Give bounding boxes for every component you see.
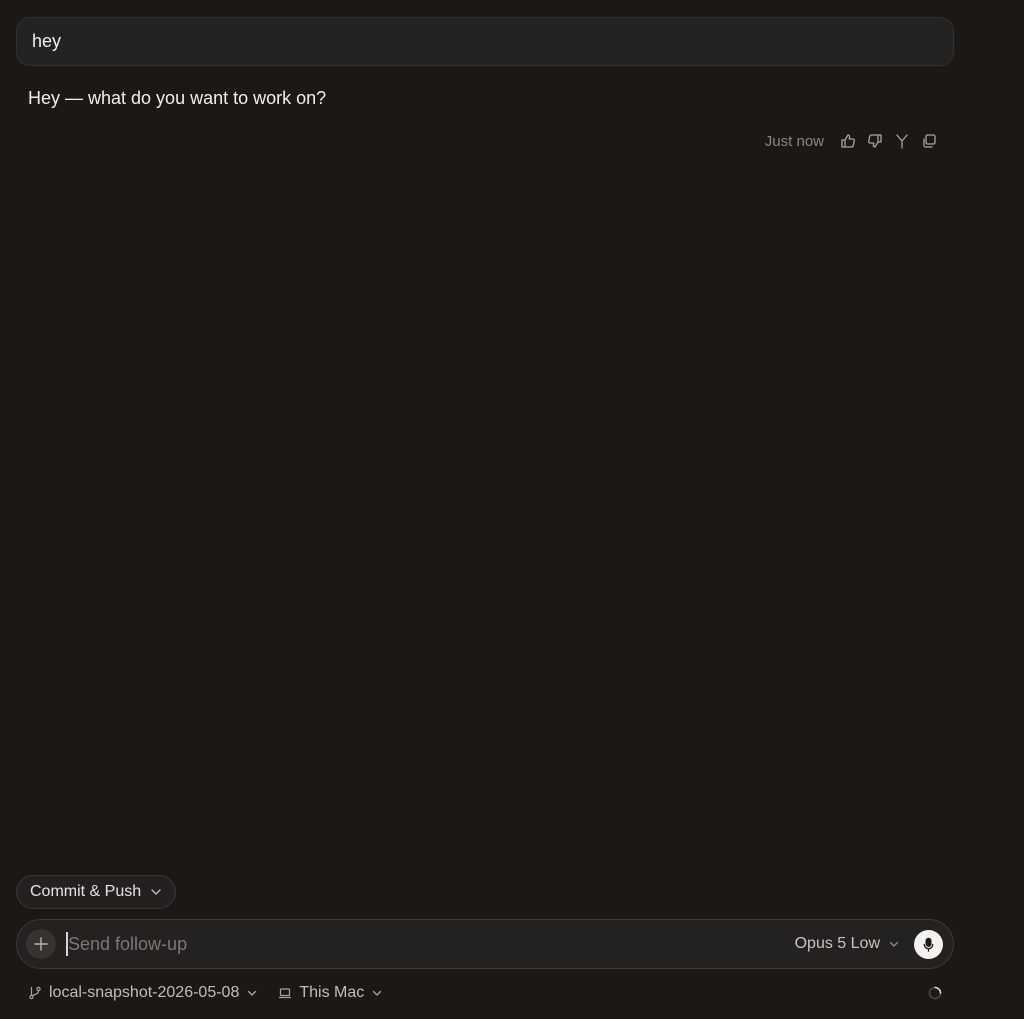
follow-up-input[interactable]: [66, 932, 795, 956]
add-attachment-button[interactable]: [26, 929, 56, 959]
copy-icon[interactable]: [919, 132, 938, 151]
user-message-text: hey: [32, 31, 62, 51]
plus-icon: [34, 937, 48, 951]
thumbs-up-icon[interactable]: [838, 132, 857, 151]
microphone-icon: [923, 937, 934, 952]
branch-selector[interactable]: local-snapshot-2026-05-08: [28, 984, 258, 1002]
microphone-button[interactable]: [914, 929, 943, 959]
assistant-message-text: Hey — what do you want to work on?: [28, 88, 327, 108]
commit-push-label: Commit & Push: [30, 883, 142, 900]
model-selector[interactable]: Opus 5 Low: [795, 935, 900, 953]
chevron-down-icon: [246, 987, 258, 999]
commit-push-button[interactable]: Commit & Push: [16, 875, 177, 909]
composer: Opus 5 Low: [16, 919, 954, 969]
user-message-bubble: hey: [16, 17, 954, 66]
branch-label: local-snapshot-2026-05-08: [49, 984, 240, 1001]
message-actions: Just now: [765, 130, 938, 152]
footer-bar: local-snapshot-2026-05-08 This Mac: [28, 982, 383, 1004]
fork-icon[interactable]: [892, 132, 911, 151]
laptop-icon: [278, 986, 292, 1000]
chat-window: hey Hey — what do you want to work on? J…: [0, 0, 1024, 1019]
environment-label: This Mac: [299, 984, 365, 1001]
message-timestamp: Just now: [764, 132, 824, 150]
chevron-down-icon: [889, 941, 899, 947]
chevron-down-icon: [371, 987, 383, 999]
loading-spinner-icon: [928, 986, 942, 1000]
environment-selector[interactable]: This Mac: [278, 984, 383, 1002]
chevron-down-icon: [151, 889, 161, 895]
thumbs-down-icon[interactable]: [865, 132, 884, 151]
git-branch-icon: [28, 986, 42, 1000]
model-label: Opus 5 Low: [794, 935, 880, 952]
